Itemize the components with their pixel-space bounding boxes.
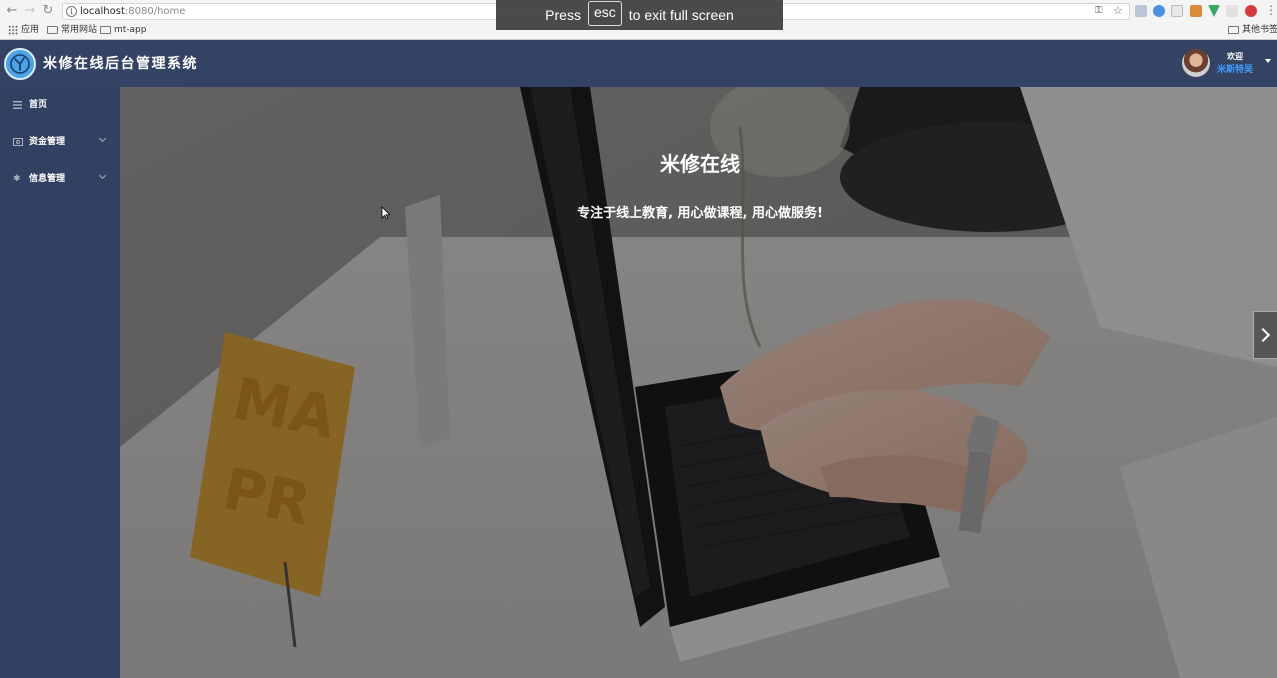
welcome-text: 欢迎 — [1227, 52, 1243, 61]
extension-icon[interactable] — [1190, 5, 1202, 17]
reload-icon[interactable]: ↻ — [40, 3, 56, 19]
wallet-icon — [13, 138, 23, 147]
key-icon[interactable]: ⚿ — [1095, 5, 1103, 16]
sidebar-item-home[interactable]: 首页 — [0, 87, 120, 124]
caret-down-icon[interactable] — [1265, 59, 1271, 63]
esc-key: esc — [587, 0, 622, 26]
star-icon[interactable]: ☆ — [1113, 4, 1123, 17]
forward-icon[interactable]: → — [22, 3, 38, 19]
info-icon[interactable]: i — [66, 6, 77, 17]
app-header: 米修在线后台管理系统 欢迎 米斯特吴 — [0, 40, 1277, 87]
apps-grid-icon — [8, 25, 18, 35]
extension-icon[interactable] — [1226, 5, 1238, 17]
bookmark-mt-app[interactable]: mt-app — [100, 24, 146, 36]
more-menu-icon[interactable]: ⋮ — [1265, 3, 1277, 17]
vue-devtools-icon[interactable] — [1208, 5, 1220, 17]
fullscreen-toast: Press esc to exit full screen — [496, 0, 783, 30]
chevron-down-icon — [98, 171, 107, 180]
app-title: 米修在线后台管理系统 — [43, 56, 198, 72]
extension-icon[interactable] — [1171, 5, 1183, 17]
back-icon[interactable]: ← — [4, 3, 20, 19]
bookmark-other[interactable]: 其他书签 — [1228, 24, 1277, 36]
sidebar-item-info-management[interactable]: ✱ 信息管理 — [0, 161, 120, 198]
bookmark-common-sites[interactable]: 常用网站 — [47, 24, 97, 36]
extension-icon[interactable] — [1153, 5, 1165, 17]
mouse-cursor-icon — [381, 206, 391, 220]
username[interactable]: 米斯特吴 — [1215, 64, 1255, 76]
folder-icon — [1228, 26, 1239, 34]
user-avatar[interactable] — [1182, 49, 1210, 77]
chevron-right-icon — [1255, 327, 1271, 343]
banner-title: 米修在线 — [660, 152, 740, 176]
chevron-down-icon — [98, 134, 107, 143]
list-icon — [13, 101, 22, 110]
banner-subtitle: 专注于线上教育, 用心做课程, 用心做服务! — [577, 206, 823, 221]
extension-icon[interactable] — [1245, 5, 1257, 17]
bookmark-apps[interactable]: 应用 — [8, 24, 39, 36]
carousel-next-button[interactable] — [1253, 311, 1277, 359]
url-text: localhost:8080/home — [80, 6, 186, 17]
folder-icon — [100, 26, 111, 34]
sidebar-item-fund-management[interactable]: 资金管理 — [0, 124, 120, 161]
folder-icon — [47, 26, 58, 34]
sidebar: 首页 资金管理 ✱ 信息管理 — [0, 87, 120, 678]
logo-icon[interactable] — [4, 48, 36, 80]
sidebar-item-label: 信息管理 — [29, 174, 66, 184]
gear-icon: ✱ — [13, 174, 21, 184]
sidebar-item-label: 首页 — [29, 100, 48, 110]
banner-carousel: MA PR 米修在线 专注于线上教育, 用心做课程, 用心做服务! — [120, 87, 1277, 678]
sidebar-item-label: 资金管理 — [29, 137, 66, 147]
download-extension-icon[interactable] — [1135, 5, 1147, 17]
